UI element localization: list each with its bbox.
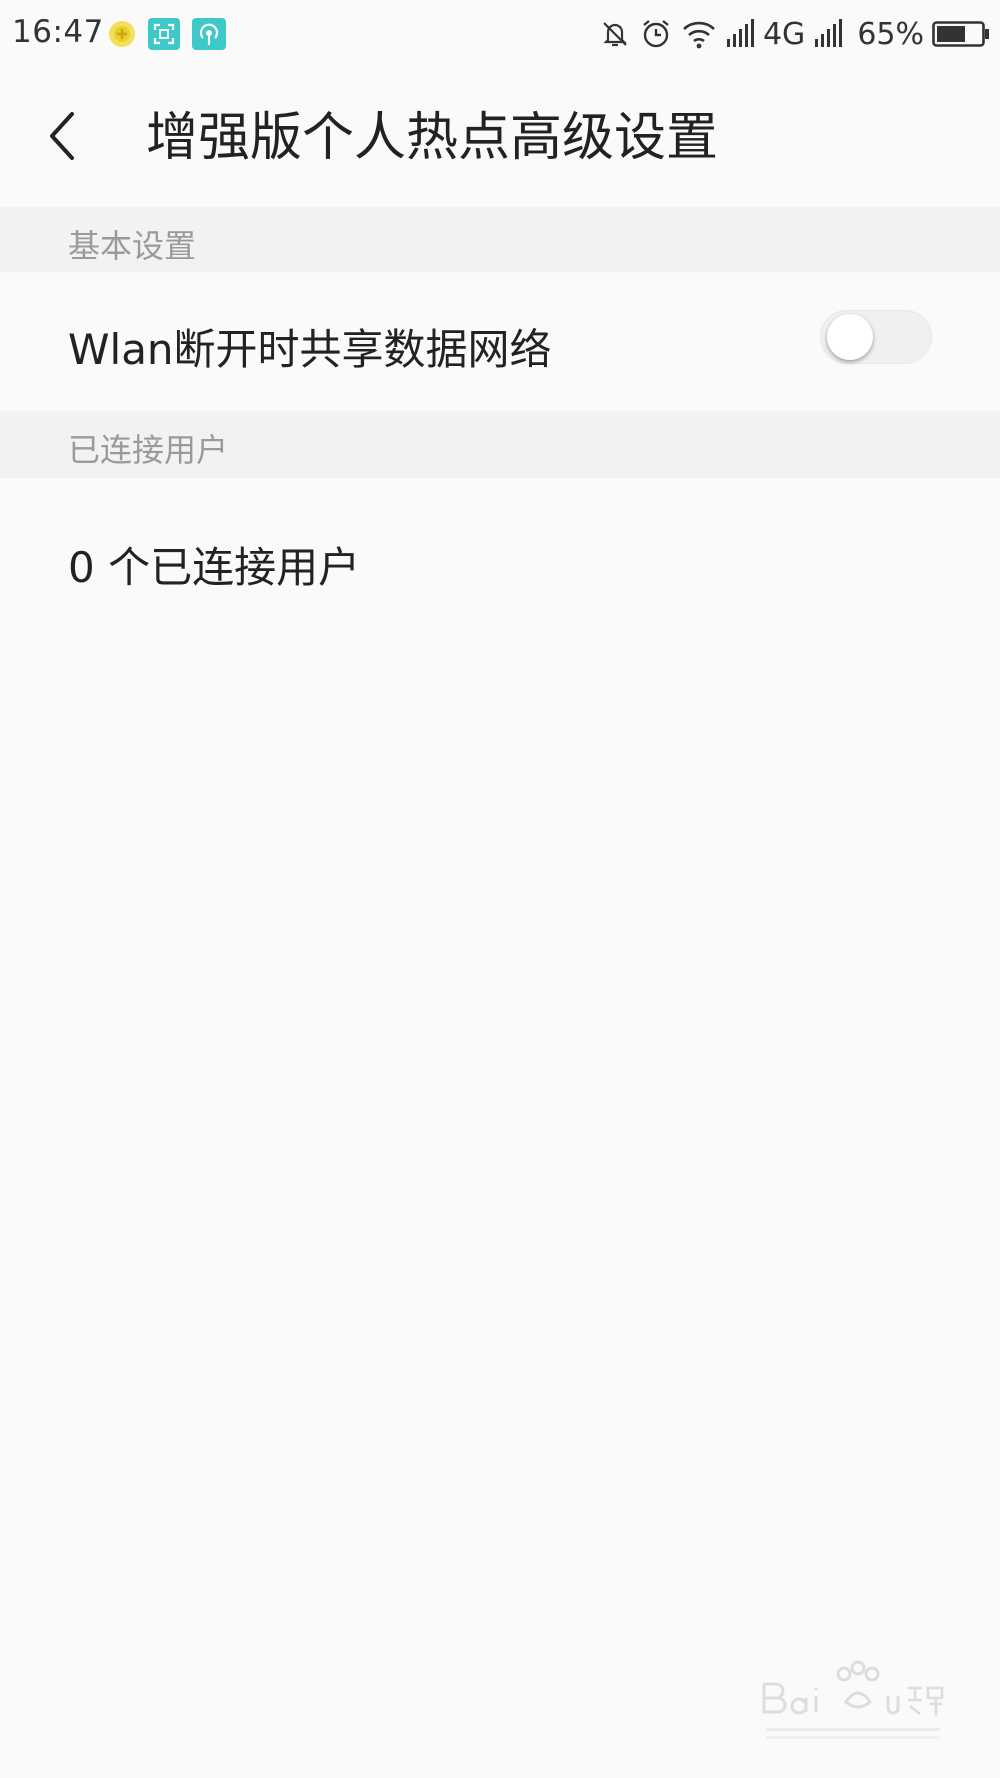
- section-header-label: 基本设置: [68, 227, 197, 265]
- battery-percent: 65%: [857, 16, 924, 52]
- connected-users-row: 0 个已连接用户: [0, 478, 1000, 638]
- baidu-jingyan-watermark: [758, 1660, 948, 1750]
- section-header-connected: 已连接用户: [0, 411, 1000, 478]
- toggle-knob: [827, 314, 873, 360]
- wlan-share-toggle[interactable]: [820, 310, 932, 364]
- network-type-label: 4G: [762, 16, 806, 52]
- scan-app-icon: [148, 18, 180, 50]
- alarm-icon: [639, 17, 673, 51]
- page-title: 增强版个人热点高级设置: [146, 108, 719, 168]
- wifi-icon: [681, 19, 717, 49]
- wlan-share-row[interactable]: Wlan断开时共享数据网络: [0, 272, 1000, 411]
- hotspot-app-icon: [192, 18, 226, 50]
- section-header-basic: 基本设置: [0, 207, 1000, 272]
- status-right-group: 4G 65%: [599, 14, 990, 54]
- battery-icon: [932, 20, 990, 48]
- section-header-label: 已连接用户: [68, 431, 229, 469]
- connected-users-count: 0 个已连接用户: [68, 543, 361, 592]
- back-arrow-icon: [42, 108, 82, 168]
- status-bar: 16:47 4G 65%: [0, 0, 1000, 70]
- signal-icon: [725, 19, 755, 49]
- back-button[interactable]: [30, 106, 94, 170]
- mute-icon: [599, 18, 631, 50]
- signal-icon: [813, 19, 843, 49]
- status-time: 16:47: [12, 14, 104, 50]
- wlan-share-label: Wlan断开时共享数据网络: [68, 325, 552, 374]
- coin-app-icon: [106, 18, 138, 50]
- app-bar: 增强版个人热点高级设置: [0, 70, 1000, 207]
